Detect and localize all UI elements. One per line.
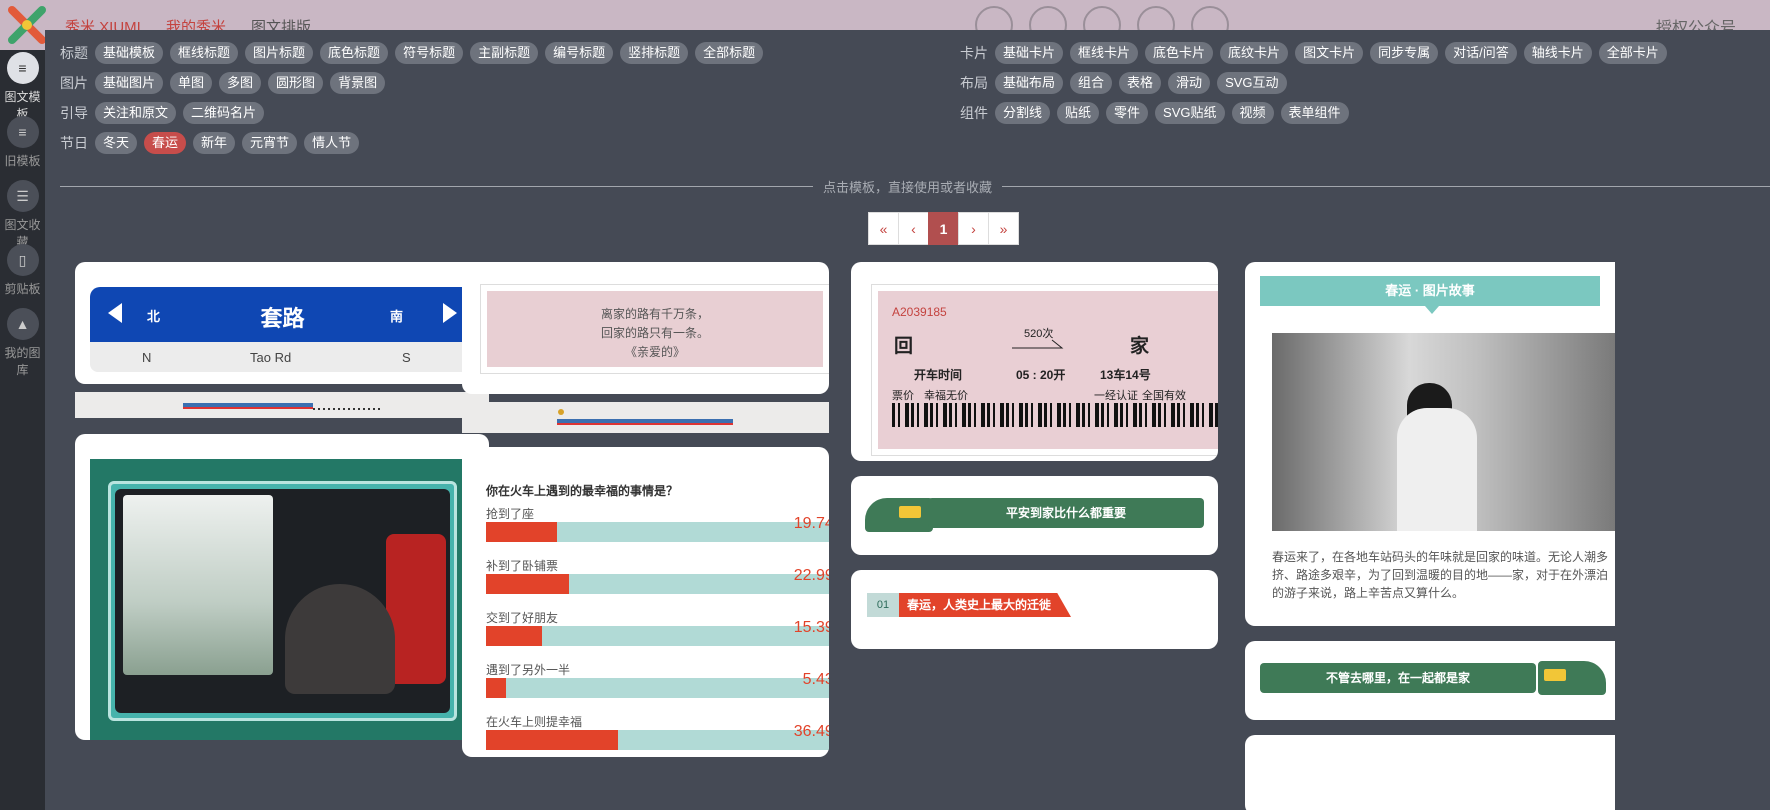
tag-qrcode-card[interactable]: 二维码名片 xyxy=(183,102,265,124)
train-line-icon xyxy=(557,409,733,425)
tag-svg-sticker[interactable]: SVG贴纸 xyxy=(1155,102,1225,124)
story-header: 春运 · 图片故事 xyxy=(1260,276,1600,306)
tag-frame-title[interactable]: 框线标题 xyxy=(170,42,239,64)
tag-vertical-title[interactable]: 竖排标题 xyxy=(620,42,689,64)
tag-slide[interactable]: 滑动 xyxy=(1168,72,1211,94)
tag-circle-image[interactable]: 圆形图 xyxy=(268,72,324,94)
tag-basic-card[interactable]: 基础卡片 xyxy=(995,42,1064,64)
barcode xyxy=(892,403,1218,427)
filter-row-title: 标题 基础模板 框线标题 图片标题 底色标题 符号标题 主副标题 编号标题 竖排… xyxy=(45,42,770,64)
tag-winter[interactable]: 冬天 xyxy=(95,132,138,154)
template-ticket[interactable]: A2039185 回 520次 家 开车时间 05 : 20开 13车14号 票… xyxy=(851,262,1218,461)
template-picker: 标题 基础模板 框线标题 图片标题 底色标题 符号标题 主副标题 编号标题 竖排… xyxy=(45,30,1770,810)
tag-follow-original[interactable]: 关注和原文 xyxy=(95,102,177,124)
filter-row-festival: 节日 冬天 春运 新年 元宵节 情人节 xyxy=(45,132,366,154)
survey-row: 交到了好朋友 15.39% xyxy=(486,609,829,665)
tag-symbol-title[interactable]: 符号标题 xyxy=(395,42,464,64)
divider-hint: 点击模板，直接使用或者收藏 xyxy=(45,177,1770,196)
train-window-photo xyxy=(115,489,450,713)
tag-lantern-festival[interactable]: 元宵节 xyxy=(242,132,298,154)
filter-row-component: 组件 分割线 贴纸 零件 SVG贴纸 视频 表单组件 xyxy=(945,102,1356,124)
tag-valentines[interactable]: 情人节 xyxy=(304,132,360,154)
tag-all-cards[interactable]: 全部卡片 xyxy=(1598,42,1667,64)
image-icon: ▲ xyxy=(6,308,39,340)
tag-frame-card[interactable]: 框线卡片 xyxy=(1070,42,1139,64)
filter-row-layout: 布局 基础布局 组合 表格 滑动 SVG互动 xyxy=(945,72,1294,94)
arrow-right-icon xyxy=(1012,339,1064,349)
tag-spring-travel[interactable]: 春运 xyxy=(144,132,187,154)
filter-row-guide: 引导 关注和原文 二维码名片 xyxy=(45,102,271,124)
tag-image-text-card[interactable]: 图文卡片 xyxy=(1295,42,1364,64)
page-current[interactable]: 1 xyxy=(928,212,959,245)
tag-new-year[interactable]: 新年 xyxy=(193,132,236,154)
road-name: 套路 xyxy=(260,306,305,331)
page-first-button[interactable]: « xyxy=(868,212,899,245)
sidebar-item-templates[interactable]: ≡ 图文模板 xyxy=(0,52,45,122)
page-last-button[interactable]: » xyxy=(988,212,1019,245)
tag-main-sub-title[interactable]: 主副标题 xyxy=(470,42,539,64)
template-train-divider-2[interactable] xyxy=(462,402,829,433)
template-road-sign[interactable]: 北 套路 南 N Tao Rd S xyxy=(75,262,489,384)
tag-axis-card[interactable]: 轴线卡片 xyxy=(1523,42,1592,64)
tag-parts[interactable]: 零件 xyxy=(1106,102,1149,124)
arrow-right-icon xyxy=(443,303,457,323)
tag-form-component[interactable]: 表单组件 xyxy=(1280,102,1349,124)
tag-pattern-card[interactable]: 底纹卡片 xyxy=(1220,42,1289,64)
pagination: « ‹ 1 › » xyxy=(868,212,1019,245)
list-icon: ≡ xyxy=(6,116,39,148)
tag-sync-exclusive[interactable]: 同步专属 xyxy=(1370,42,1439,64)
train-line-icon xyxy=(183,403,380,410)
caret-down-icon xyxy=(1425,306,1439,314)
tag-single-image[interactable]: 单图 xyxy=(170,72,213,94)
tag-combination[interactable]: 组合 xyxy=(1070,72,1113,94)
page-prev-button[interactable]: ‹ xyxy=(898,212,929,245)
story-body: 春运来了，在各地车站码头的年味就是回家的味道。无论人潮多挤、路途多艰辛，为了回到… xyxy=(1272,550,1609,600)
train-icon xyxy=(865,498,933,532)
template-partial-card[interactable] xyxy=(1245,735,1615,810)
list-icon: ≡ xyxy=(6,52,39,84)
survey-row: 补到了卧铺票 22.99% xyxy=(486,557,829,613)
template-photo-story[interactable]: 春运 · 图片故事 春运来了，在各地车站码头的年味就是回家的味道。无论人潮多挤、… xyxy=(1245,262,1615,626)
tag-bgcolor-card[interactable]: 底色卡片 xyxy=(1145,42,1214,64)
template-survey[interactable]: 你在火车上遇到的最幸福的事情是？ 抢到了座 19.74% 补到了卧铺票 22.9… xyxy=(462,447,829,757)
tag-bgcolor-title[interactable]: 底色标题 xyxy=(320,42,389,64)
tag-background-image[interactable]: 背景图 xyxy=(330,72,386,94)
sidebar-item-old-templates[interactable]: ≡ 旧模板 xyxy=(0,116,45,169)
template-numbered-title[interactable]: 01 春运，人类史上最大的迁徙 xyxy=(851,570,1218,649)
tag-basic-template[interactable]: 基础模板 xyxy=(95,42,164,64)
template-train-banner-2[interactable]: 不管去哪里，在一起都是家 xyxy=(1245,641,1615,720)
tag-image-title[interactable]: 图片标题 xyxy=(245,42,314,64)
template-poem[interactable]: 离家的路有千万条， 回家的路只有一条。 《亲爱的》 xyxy=(462,262,829,394)
template-train-divider[interactable] xyxy=(75,392,489,418)
template-train-photo[interactable] xyxy=(75,434,489,740)
tag-numbered-title[interactable]: 编号标题 xyxy=(545,42,614,64)
subway-photo xyxy=(1272,333,1615,531)
survey-row: 抢到了座 19.74% xyxy=(486,505,829,561)
tag-all-titles[interactable]: 全部标题 xyxy=(695,42,764,64)
tag-basic-image[interactable]: 基础图片 xyxy=(95,72,164,94)
clipboard-icon: ▯ xyxy=(6,244,39,276)
tag-dialog-qa[interactable]: 对话/问答 xyxy=(1445,42,1517,64)
tag-divider[interactable]: 分割线 xyxy=(995,102,1051,124)
template-train-banner-1[interactable]: 平安到家比什么都重要 xyxy=(851,476,1218,555)
filter-row-image: 图片 基础图片 单图 多图 圆形图 背景图 xyxy=(45,72,392,94)
bookmark-icon: ☰ xyxy=(6,180,39,212)
survey-row: 在火车上则提幸福 36.49% xyxy=(486,713,829,757)
survey-row: 遇到了另外一半 5.43% xyxy=(486,661,829,717)
page-next-button[interactable]: › xyxy=(958,212,989,245)
sidebar-item-gallery[interactable]: ▲ 我的图库 xyxy=(0,308,45,378)
tag-sticker[interactable]: 贴纸 xyxy=(1057,102,1100,124)
tag-multi-image[interactable]: 多图 xyxy=(219,72,262,94)
filter-row-card: 卡片 基础卡片 框线卡片 底色卡片 底纹卡片 图文卡片 同步专属 对话/问答 轴… xyxy=(945,42,1674,64)
survey-question: 你在火车上遇到的最幸福的事情是？ xyxy=(486,484,679,498)
tag-svg-interactive[interactable]: SVG互动 xyxy=(1217,72,1287,94)
tag-video[interactable]: 视频 xyxy=(1231,102,1274,124)
tag-table[interactable]: 表格 xyxy=(1119,72,1162,94)
sidebar: ≡ 图文模板 ≡ 旧模板 ☰ 图文收藏 ▯ 剪贴板 ▲ 我的图库 xyxy=(0,50,45,810)
sidebar-item-clipboard[interactable]: ▯ 剪贴板 xyxy=(0,244,45,297)
tag-basic-layout[interactable]: 基础布局 xyxy=(995,72,1064,94)
train-icon xyxy=(1538,661,1606,695)
xiumi-logo[interactable] xyxy=(6,4,48,46)
sidebar-item-favorites[interactable]: ☰ 图文收藏 xyxy=(0,180,45,250)
